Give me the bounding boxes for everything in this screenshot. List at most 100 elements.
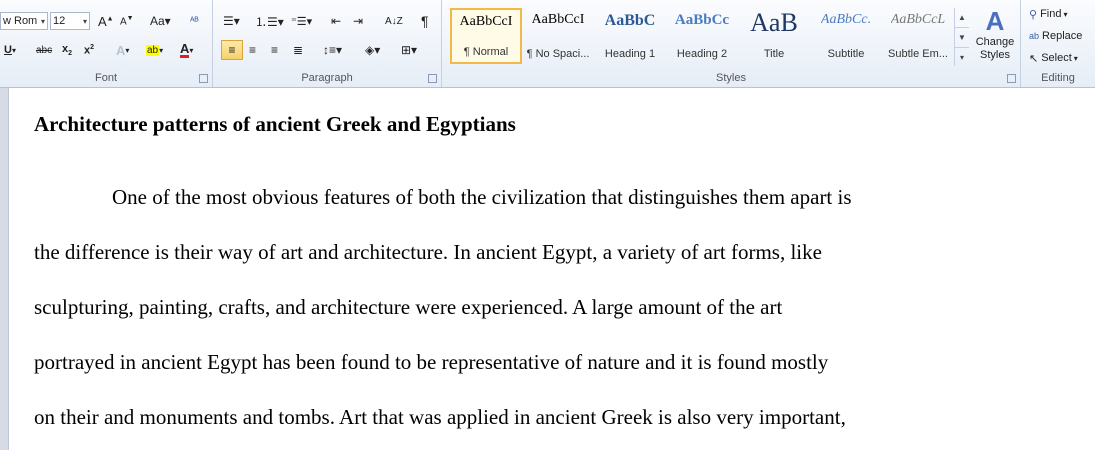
decrease-indent-button[interactable]: ⇤ [329,11,343,31]
numbering-icon: ⒈☰▾ [255,14,284,29]
sort-icon: A↓Z [385,15,403,27]
chevron-down-icon: ▾ [82,16,87,26]
justify-icon: ≣ [293,43,304,57]
styles-group: AaBbCcI ¶ Normal AaBbCcI ¶ No Spaci... A… [442,0,1021,87]
font-name-combo[interactable]: w Rom ▾ [0,12,48,30]
document-line: the difference is their way of art and a… [34,240,822,264]
paint-bucket-icon: ◈▾ [365,43,381,57]
style-no-spacing[interactable]: AaBbCcI ¶ No Spaci... [522,8,594,64]
multilevel-list-button[interactable]: ⁼☰▾ [289,11,314,31]
dialog-launcher-icon[interactable]: . [428,74,437,83]
paragraph-group: ☰▾ ⒈☰▾ ⁼☰▾ ⇤ ⇥ A↓Z ¶ ≡ ≡ ≡ ≣ ↕≡▾ ◈▾ ⊞▾ P… [213,0,442,87]
borders-button[interactable]: ⊞▾ [399,40,419,60]
justify-button[interactable]: ≣ [291,40,305,60]
style-sample: AaBbC [604,12,656,29]
document-line: portrayed in ancient Egypt has been foun… [34,350,829,374]
style-name: ¶ Normal [463,46,509,58]
style-sample: AaBbCcI [531,12,585,27]
style-sample: AaB [750,8,798,37]
style-heading-2[interactable]: AaBbCc Heading 2 [666,8,738,64]
shading-button[interactable]: ◈▾ [363,40,382,60]
grow-font-icon: A▲ [98,13,114,29]
replace-button[interactable]: ab Replace [1027,26,1084,46]
style-subtle-emphasis[interactable]: AaBbCcL Subtle Em... [882,8,954,64]
style-sample: AaBbCcL [890,12,946,27]
cursor-icon: ↖ [1029,52,1039,65]
show-formatting-button[interactable]: ¶ [419,11,431,31]
style-name: ¶ No Spaci... [526,48,590,60]
editing-group: ⚲ Find ▾ ab Replace ↖ Select ▾ Editing [1021,0,1095,87]
highlighter-icon: ab [146,44,160,56]
font-color-button[interactable]: A ▾ [178,40,195,60]
scroll-down-icon[interactable]: ▼ [955,28,969,48]
font-name-value: w Rom [3,15,38,27]
increase-indent-icon: ⇥ [353,14,364,28]
underline-icon: U [4,44,12,56]
font-group-label: Font [94,72,117,84]
replace-label: Replace [1042,30,1083,42]
style-name: Subtle Em... [888,48,948,60]
font-group: w Rom ▾ 12 ▾ A▲ A▼ Aa▾ ᴬᴮ U ▾ abc x2 x2 A… [0,0,213,87]
bullets-button[interactable]: ☰▾ [221,11,242,31]
align-right-button[interactable]: ≡ [269,40,280,60]
style-title[interactable]: AaB Title [738,8,810,64]
strikethrough-button[interactable]: abc [34,40,54,60]
change-case-button[interactable]: Aa▾ [148,11,173,31]
change-case-icon: Aa▾ [150,14,171,28]
paragraph-group-label: Paragraph [301,72,353,84]
superscript-icon: x2 [84,43,95,57]
scroll-up-icon[interactable]: ▲ [955,8,969,28]
grow-font-button[interactable]: A▲ [96,11,116,31]
binoculars-icon: ⚲ [1029,8,1038,21]
style-sample: AaBbCc. [820,12,872,27]
font-size-combo[interactable]: 12 ▾ [50,12,90,30]
style-sample: AaBbCcI [459,14,513,29]
ribbon: w Rom ▾ 12 ▾ A▲ A▼ Aa▾ ᴬᴮ U ▾ abc x2 x2 A… [0,0,1095,88]
superscript-button[interactable]: x2 [82,40,96,60]
chevron-down-icon: ▾ [40,16,45,26]
find-button[interactable]: ⚲ Find ▾ [1027,4,1069,24]
style-name: Title [763,48,785,60]
shrink-font-icon: A▼ [120,14,134,28]
highlight-button[interactable]: ab ▾ [144,40,165,60]
document-left-margin [0,88,9,450]
align-center-icon: ≡ [249,43,257,57]
subscript-icon: x2 [62,42,73,58]
numbering-button[interactable]: ⒈☰▾ [253,11,286,31]
clear-formatting-button[interactable]: ᴬᴮ [188,11,201,31]
dialog-launcher-icon[interactable]: . [199,74,208,83]
font-color-icon: A [180,40,190,58]
strikethrough-icon: abc [36,44,53,56]
sort-button[interactable]: A↓Z [383,11,405,31]
align-right-icon: ≡ [271,43,279,57]
underline-button[interactable]: U ▾ [2,40,18,60]
replace-icon: ab [1029,31,1040,41]
text-effects-button[interactable]: A ▾ [114,40,131,60]
line-spacing-icon: ↕≡▾ [323,43,343,57]
subscript-button[interactable]: x2 [60,40,74,60]
style-subtitle[interactable]: AaBbCc. Subtitle [810,8,882,64]
document-line: One of the most obvious features of both… [112,185,852,209]
select-button[interactable]: ↖ Select ▾ [1027,48,1080,68]
dialog-launcher-icon[interactable]: . [1007,74,1016,83]
styles-gallery-scroll[interactable]: ▲ ▼ ▾ [954,8,969,66]
align-center-button[interactable]: ≡ [247,40,258,60]
more-styles-icon[interactable]: ▾ [955,48,969,67]
document-line: on their and monuments and tombs. Art th… [34,405,846,429]
style-heading-1[interactable]: AaBbC Heading 1 [594,8,666,64]
styles-group-label: Styles [716,72,746,84]
bullets-icon: ☰▾ [223,14,240,28]
style-name: Heading 1 [604,48,656,60]
change-styles-button[interactable]: A Change Styles [972,6,1018,68]
style-sample: AaBbCc [674,12,730,28]
style-name: Subtitle [827,48,865,60]
increase-indent-button[interactable]: ⇥ [351,11,365,31]
align-left-button[interactable]: ≡ [221,40,243,60]
line-spacing-button[interactable]: ↕≡▾ [321,40,344,60]
style-normal[interactable]: AaBbCcI ¶ Normal [450,8,522,64]
font-size-value: 12 [53,15,66,27]
multilevel-list-icon: ⁼☰▾ [291,15,313,28]
shrink-font-button[interactable]: A▼ [118,11,136,31]
document-page[interactable] [0,88,1095,450]
change-styles-icon: A [985,6,1005,36]
